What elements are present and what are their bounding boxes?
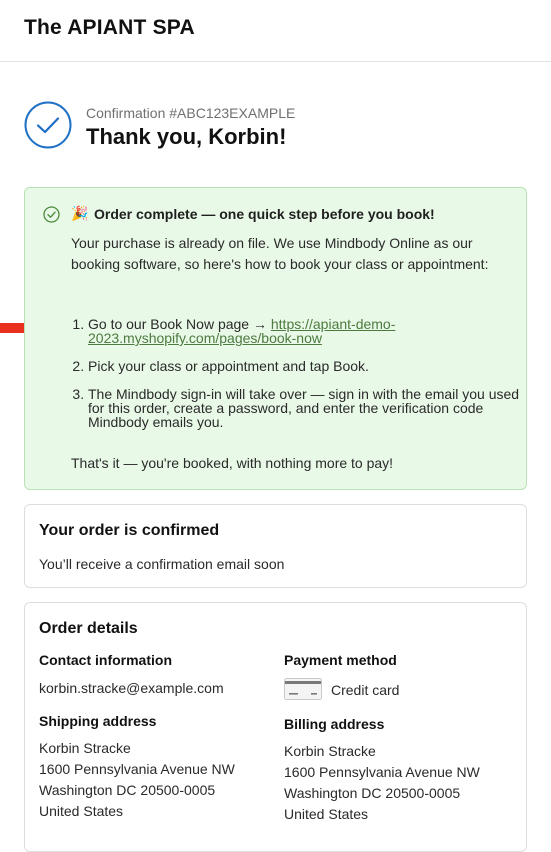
- address-line: United States: [284, 806, 369, 822]
- address-line: 1600 Pennsylvania Avenue NW: [284, 764, 480, 780]
- step-text: The Mindbody sign-in will take over — si…: [88, 386, 520, 430]
- payment-method-value: Credit card: [331, 682, 400, 698]
- confirmation-email-message: You’ll receive a confirmation email soon: [39, 556, 285, 572]
- order-confirmed-card: Your order is confirmed You’ll receive a…: [24, 504, 527, 588]
- step-item: The Mindbody sign-in will take over — si…: [88, 387, 528, 429]
- contact-heading: Contact information: [39, 652, 172, 668]
- notice-title: Order complete — one quick step before y…: [94, 206, 435, 222]
- thank-you-heading: Thank you, Korbin!: [86, 124, 287, 149]
- payment-heading: Payment method: [284, 652, 397, 668]
- address-line: Korbin Stracke: [39, 740, 131, 756]
- step-text: Pick your class or appointment and tap B…: [88, 358, 369, 374]
- address-line: Washington DC 20500-0005: [284, 785, 461, 801]
- contact-email: korbin.stracke@example.com: [39, 680, 224, 696]
- step-item: Pick your class or appointment and tap B…: [88, 359, 528, 373]
- success-check-icon: [43, 206, 60, 223]
- store-header: The APIANT SPA: [0, 0, 551, 62]
- step-item: Go to our Book Now page → https://apiant…: [88, 317, 528, 345]
- notice-outro: That's it — you're booked, with nothing …: [71, 455, 394, 471]
- address-line: Korbin Stracke: [284, 743, 376, 759]
- notice-intro: Your purchase is already on file. We use…: [71, 235, 489, 272]
- booking-steps: Go to our Book Now page → https://apiant…: [71, 317, 528, 443]
- order-details-card: Order details Contact information korbin…: [24, 602, 527, 852]
- shipping-heading: Shipping address: [39, 713, 157, 729]
- party-popper-icon: 🎉: [71, 205, 89, 221]
- confirmation-number: Confirmation #ABC123EXAMPLE: [86, 105, 296, 121]
- order-complete-notice: 🎉 Order complete — one quick step before…: [24, 187, 527, 490]
- store-name[interactable]: The APIANT SPA: [24, 16, 195, 40]
- order-confirmed-title: Your order is confirmed: [39, 522, 220, 539]
- address-line: 1600 Pennsylvania Avenue NW: [39, 761, 235, 777]
- order-details-title: Order details: [39, 620, 138, 637]
- address-line: United States: [39, 803, 124, 819]
- address-line: Washington DC 20500-0005: [39, 782, 216, 798]
- billing-heading: Billing address: [284, 716, 385, 732]
- billing-address: Korbin Stracke 1600 Pennsylvania Avenue …: [284, 741, 480, 825]
- credit-card-icon: [284, 678, 322, 700]
- check-circle-icon: [24, 101, 72, 149]
- shipping-address: Korbin Stracke 1600 Pennsylvania Avenue …: [39, 738, 235, 822]
